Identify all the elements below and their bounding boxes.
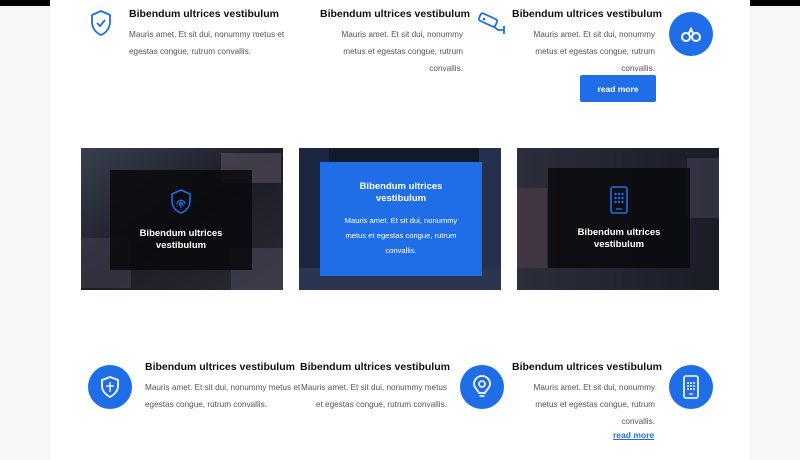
feature-text: Mauris amet. Et sit dui, nonummy metus e… (300, 383, 447, 409)
feature-text: Mauris amet. Et sit dui, nonummy metus e… (341, 30, 464, 73)
card-title: Bibendum ultrices vestibulum (577, 226, 661, 250)
top-edge-bar-left (0, 0, 50, 6)
card-overlay: Bibendum ultrices vestibulum Mauris amet… (320, 162, 482, 276)
fingerprint-shield-icon (170, 188, 192, 220)
feature-card: Bibendum ultrices vestibulum Mauris amet… (300, 361, 450, 413)
feature-text: Mauris amet. Et sit dui, nonummy metus e… (129, 30, 285, 56)
top-edge-bar-right (750, 0, 800, 6)
feature-title: Bibendum ultrices vestibulum (512, 361, 662, 373)
feature-title: Bibendum ultrices vestibulum (320, 8, 470, 20)
feature-card: Bibendum ultrices vestibulum Mauris amet… (320, 8, 470, 77)
feature-card: Bibendum ultrices vestibulum Mauris amet… (512, 8, 662, 77)
card-overlay: Bibendum ultrices vestibulum (548, 168, 690, 268)
shield-check-icon (88, 10, 114, 36)
image-card[interactable]: Bibendum ultrices vestibulum (81, 148, 283, 290)
read-more-link[interactable]: read more (613, 430, 654, 440)
image-card[interactable]: Bibendum ultrices vestibulum (517, 148, 719, 290)
read-more-button[interactable]: read more (580, 75, 656, 102)
feature-title: Bibendum ultrices vestibulum (300, 361, 450, 373)
tablet-keypad-icon (610, 185, 628, 219)
security-camera-icon (476, 10, 506, 36)
card-title: Bibendum ultrices vestibulum (359, 180, 443, 204)
shield-icon (88, 365, 132, 409)
feature-title: Bibendum ultrices vestibulum (512, 8, 662, 20)
image-card[interactable]: Bibendum ultrices vestibulum Mauris amet… (299, 148, 501, 290)
card-text: Mauris amet. Et sit dui, nonummy metus e… (344, 215, 458, 255)
feature-card: Bibendum ultrices vestibulum Mauris amet… (145, 361, 305, 413)
card-overlay: Bibendum ultrices vestibulum (110, 170, 252, 270)
feature-text: Mauris amet. Et sit dui, nonummy metus e… (145, 383, 301, 409)
feature-text: Mauris amet. Et sit dui, nonummy metus e… (533, 30, 656, 73)
handcuffs-icon (669, 12, 713, 56)
feature-text: Mauris amet. Et sit dui, nonummy metus e… (533, 383, 656, 426)
feature-title: Bibendum ultrices vestibulum (129, 8, 279, 20)
card-title: Bibendum ultrices vestibulum (139, 227, 223, 251)
page-container: Bibendum ultrices vestibulum Mauris amet… (50, 0, 750, 460)
feature-card: Bibendum ultrices vestibulum Mauris amet… (129, 8, 299, 60)
feature-title: Bibendum ultrices vestibulum (145, 361, 295, 373)
mobile-keypad-icon (669, 365, 713, 409)
location-bulb-icon (460, 365, 504, 409)
feature-card: Bibendum ultrices vestibulum Mauris amet… (512, 361, 662, 430)
